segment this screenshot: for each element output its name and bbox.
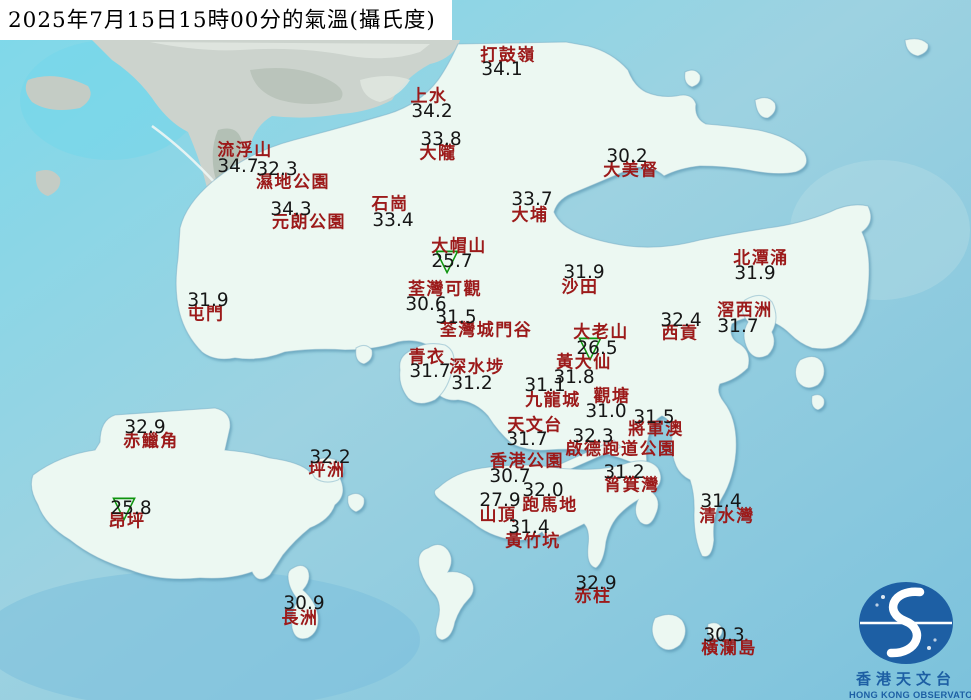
station-value: 31.7 bbox=[409, 360, 451, 382]
station-value: 33.4 bbox=[372, 209, 414, 231]
station-value: 32.3 bbox=[572, 425, 614, 447]
station-value: 31.9 bbox=[734, 262, 776, 284]
hko-logo-english: HONG KONG OBSERVATORY bbox=[849, 690, 971, 700]
hko-logo-icon bbox=[859, 582, 953, 664]
station-value: 32.2 bbox=[309, 446, 351, 468]
station-value: 32.0 bbox=[522, 479, 564, 501]
station-value: 31.2 bbox=[603, 461, 645, 483]
hko-logo-chinese: 香港天文台 bbox=[855, 670, 956, 688]
station-value: 34.2 bbox=[411, 100, 453, 122]
station-value: 26.5 bbox=[576, 337, 618, 359]
title-bar: 2025年7月15日15時00分的氣溫(攝氏度) bbox=[0, 0, 452, 40]
station-value: 32.9 bbox=[575, 572, 617, 594]
map-title: 2025年7月15日15時00分的氣溫(攝氏度) bbox=[8, 8, 436, 33]
station-value: 32.3 bbox=[256, 158, 298, 180]
station-value: 31.0 bbox=[585, 400, 627, 422]
station-value: 31.4 bbox=[508, 516, 550, 538]
station-value: 25.7 bbox=[431, 250, 473, 272]
station-value: 31.9 bbox=[187, 289, 229, 311]
hko-logo: 香港天文台 HONG KONG OBSERVATORY bbox=[849, 580, 971, 700]
station-value: 30.3 bbox=[703, 624, 745, 646]
station-value: 32.9 bbox=[124, 416, 166, 438]
station-value: 31.4 bbox=[700, 490, 742, 512]
station-value: 33.7 bbox=[511, 188, 553, 210]
station-value: 31.5 bbox=[435, 306, 477, 328]
station-value: 31.1 bbox=[524, 374, 566, 396]
station-value: 31.5 bbox=[633, 406, 675, 428]
station-value: 30.9 bbox=[283, 592, 325, 614]
station-value: 32.4 bbox=[660, 309, 702, 331]
station-value: 31.7 bbox=[506, 428, 548, 450]
station-value: 30.2 bbox=[606, 145, 648, 167]
temperature-map: 2025年7月15日15時00分的氣溫(攝氏度) 34.1 打鼓嶺 34.2 上水 33… bbox=[0, 0, 971, 700]
station-value: 31.2 bbox=[451, 372, 493, 394]
stations-layer: 34.1 打鼓嶺 34.2 上水 33.8 大隴 30.2 大美督 34.7 流浮山 32.3 濕地公… bbox=[0, 0, 971, 700]
station-value: 33.8 bbox=[420, 128, 462, 150]
station-value: 31.9 bbox=[563, 261, 605, 283]
station-value: 25.8 bbox=[110, 497, 152, 519]
station-value: 31.7 bbox=[717, 315, 759, 337]
station-value: 34.3 bbox=[270, 198, 312, 220]
station-value: 34.1 bbox=[481, 58, 523, 80]
station-value: 34.7 bbox=[217, 155, 259, 177]
station-name: 大埔 bbox=[511, 205, 549, 226]
station-value: 27.9 bbox=[479, 489, 521, 511]
